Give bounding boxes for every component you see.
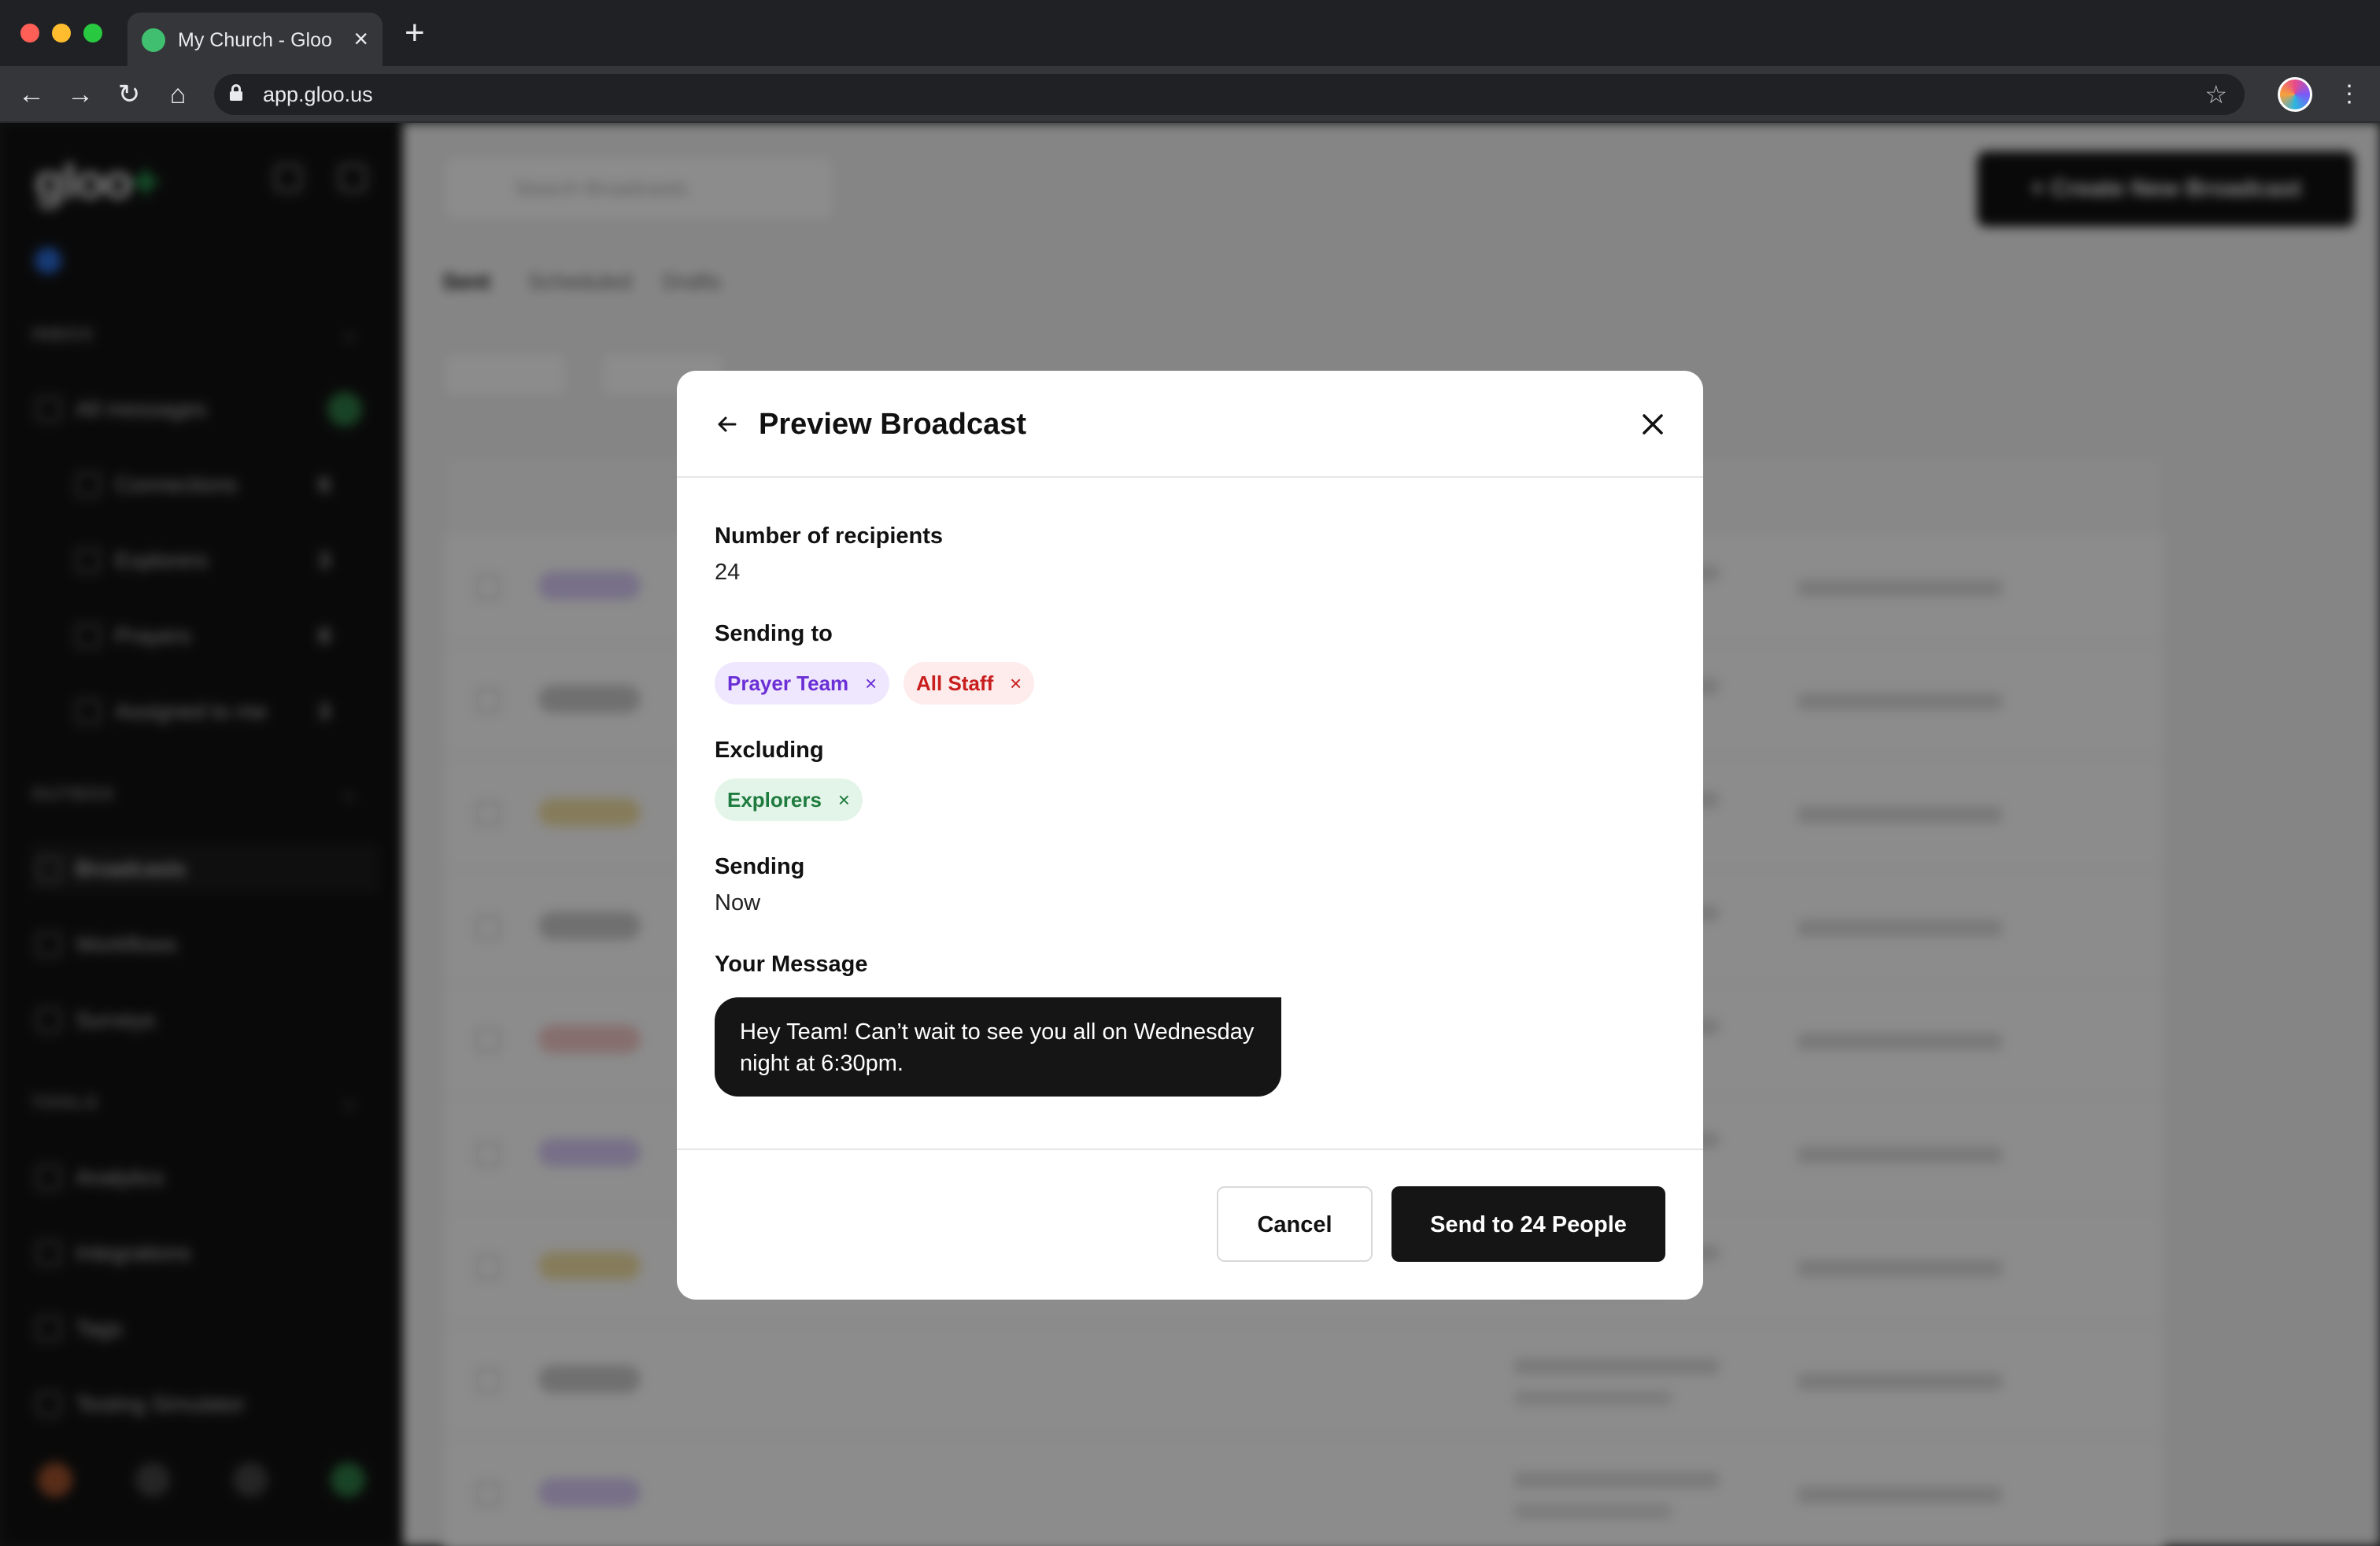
tab-title: My Church - Gloo [178, 29, 332, 51]
forward-button[interactable]: → [63, 77, 98, 112]
profile-avatar[interactable] [2278, 77, 2312, 112]
chip-label: Explorers [727, 788, 822, 812]
home-button[interactable]: ⌂ [161, 77, 195, 112]
tab-close-icon[interactable]: × [353, 24, 368, 53]
send-button[interactable]: Send to 24 People [1391, 1186, 1665, 1262]
dialog-title: Preview Broadcast [759, 408, 1027, 441]
browser-tab[interactable]: My Church - Gloo × [128, 13, 382, 66]
bookmark-star-icon[interactable]: ☆ [2204, 79, 2227, 110]
excluded-chip-explorers[interactable]: Explorers × [715, 779, 863, 821]
recipient-chip-prayer-team[interactable]: Prayer Team × [715, 662, 890, 705]
chip-label: Prayer Team [727, 671, 849, 695]
recipients-label: Number of recipients [715, 523, 944, 549]
message-label: Your Message [715, 952, 868, 977]
url-text: app.gloo.us [263, 83, 373, 106]
excluding-label: Excluding [715, 738, 824, 763]
lock-icon [230, 84, 242, 101]
remove-chip-icon[interactable]: × [838, 779, 850, 821]
dialog-header: Preview Broadcast [677, 371, 1703, 478]
browser-toolbar: ← → ↻ ⌂ app.gloo.us ☆ ⋮ [0, 66, 2380, 123]
recipient-chip-all-staff[interactable]: All Staff × [904, 662, 1035, 705]
minimize-window-button[interactable] [52, 24, 71, 43]
arrow-left-icon[interactable] [711, 409, 743, 440]
close-icon[interactable] [1637, 409, 1669, 440]
sending-time: Now [715, 890, 761, 915]
back-button[interactable]: ← [14, 77, 49, 112]
message-preview-bubble: Hey Team! Can’t wait to see you all on W… [715, 997, 1281, 1097]
cancel-button[interactable]: Cancel [1217, 1186, 1373, 1262]
browser-tab-strip: My Church - Gloo × + [0, 0, 2380, 66]
reload-button[interactable]: ↻ [112, 77, 146, 112]
sending-to-label: Sending to [715, 621, 833, 646]
maximize-window-button[interactable] [83, 24, 102, 43]
preview-broadcast-dialog: Preview Broadcast Number of recipients 2… [677, 371, 1703, 1300]
new-tab-button[interactable]: + [405, 16, 425, 50]
recipients-count: 24 [715, 560, 741, 585]
sending-label: Sending [715, 854, 805, 879]
address-bar[interactable]: app.gloo.us ☆ [214, 74, 2245, 115]
remove-chip-icon[interactable]: × [865, 662, 877, 705]
close-window-button[interactable] [20, 24, 39, 43]
dialog-footer: Cancel Send to 24 People [677, 1148, 1703, 1300]
browser-menu-icon[interactable]: ⋮ [2338, 77, 2361, 112]
chip-label: All Staff [916, 671, 994, 695]
remove-chip-icon[interactable]: × [1010, 662, 1022, 705]
gloo-favicon-icon [142, 28, 165, 52]
